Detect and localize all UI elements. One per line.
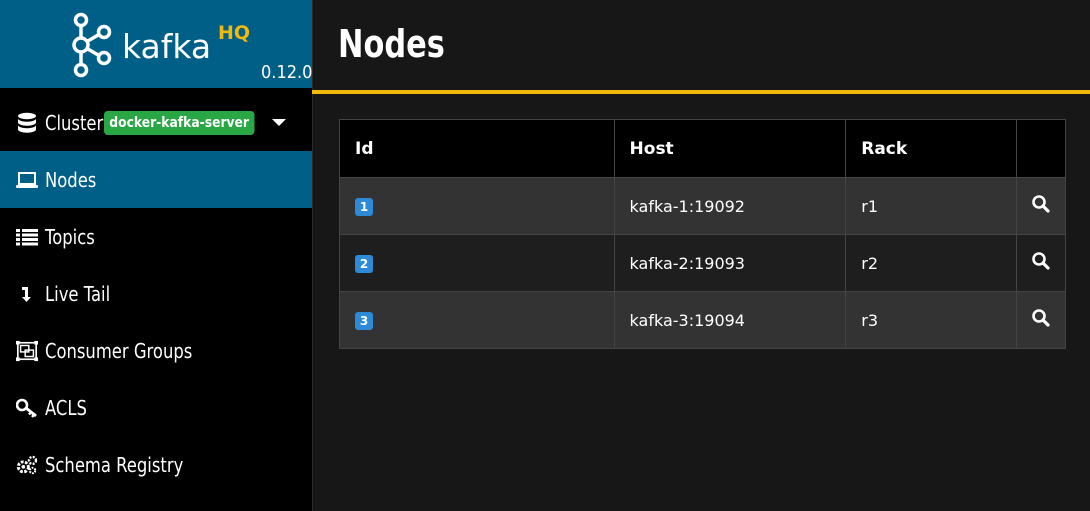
logo-wordmark: kafka	[122, 27, 212, 66]
sidebar-item-label: Consumer Groups	[45, 338, 193, 363]
column-header-rack[interactable]: Rack	[845, 119, 1018, 178]
view-node-button[interactable]	[1031, 251, 1051, 271]
sidebar-item-schema-registry[interactable]: Schema Registry	[0, 436, 312, 493]
cell-id: 1	[339, 177, 615, 235]
laptop-icon	[16, 169, 38, 191]
sidebar-item-nodes[interactable]: Nodes	[0, 151, 312, 208]
sidebar-item-label: Schema Registry	[45, 452, 184, 477]
cell-actions	[1016, 177, 1066, 235]
column-header-host[interactable]: Host	[613, 119, 847, 178]
sidebar-item-label: Topics	[45, 224, 95, 249]
cell-actions	[1016, 234, 1066, 292]
arrow-down-icon	[16, 283, 38, 305]
logo[interactable]: kafka HQ 0.12.0	[0, 0, 313, 88]
table-row[interactable]: 3 kafka-3:19094 r3	[339, 291, 1066, 349]
node-id-badge: 3	[355, 312, 373, 330]
cell-id: 2	[339, 234, 615, 292]
search-icon	[1032, 195, 1050, 213]
cell-rack: r3	[845, 291, 1018, 349]
table-row[interactable]: 2 kafka-2:19093 r2	[339, 234, 1066, 292]
kafka-logo-icon	[72, 12, 112, 78]
cell-host: kafka-3:19094	[613, 291, 847, 349]
database-icon	[16, 112, 38, 134]
cluster-badge: docker-kafka-server	[104, 111, 255, 135]
logo-hq: HQ	[218, 22, 251, 44]
key-icon	[16, 397, 38, 419]
cell-host: kafka-1:19092	[613, 177, 847, 235]
sidebar-item-label: Live Tail	[45, 281, 111, 306]
cell-id: 3	[339, 291, 615, 349]
table-header-row: Id Host Rack	[339, 119, 1066, 178]
search-icon	[1032, 309, 1050, 327]
sidebar-item-consumer-groups[interactable]: Consumer Groups	[0, 322, 312, 379]
column-header-id[interactable]: Id	[339, 119, 615, 178]
sidebar: kafka HQ 0.12.0 Clusters docker-kafka-se…	[0, 0, 313, 511]
sidebar-item-label: Clusters	[45, 110, 112, 135]
main-content: Id Host Rack 1 kafka-1:19092 r1 2 kafka-…	[312, 94, 1090, 511]
view-node-button[interactable]	[1031, 308, 1051, 328]
page-header: Nodes	[312, 0, 1090, 92]
cogs-icon	[16, 454, 38, 476]
table-row[interactable]: 1 kafka-1:19092 r1	[339, 177, 1066, 235]
page-title: Nodes	[338, 22, 445, 66]
list-icon	[16, 226, 38, 248]
view-node-button[interactable]	[1031, 194, 1051, 214]
chevron-down-icon[interactable]	[272, 119, 286, 126]
sidebar-item-topics[interactable]: Topics	[0, 208, 312, 265]
sidebar-item-label: ACLS	[45, 395, 87, 420]
cell-host: kafka-2:19093	[613, 234, 847, 292]
node-id-badge: 2	[355, 255, 373, 273]
sidebar-item-clusters[interactable]: Clusters docker-kafka-server	[0, 94, 312, 151]
app-version: 0.12.0	[261, 62, 313, 83]
node-id-badge: 1	[355, 198, 373, 216]
sidebar-item-live-tail[interactable]: Live Tail	[0, 265, 312, 322]
sidebar-nav: Clusters docker-kafka-server Nodes Topic…	[0, 94, 312, 493]
object-group-icon	[16, 340, 38, 362]
column-header-actions	[1016, 119, 1066, 178]
sidebar-item-label: Nodes	[45, 167, 97, 192]
cell-rack: r1	[845, 177, 1018, 235]
sidebar-item-acls[interactable]: ACLS	[0, 379, 312, 436]
search-icon	[1032, 252, 1050, 270]
nodes-table: Id Host Rack 1 kafka-1:19092 r1 2 kafka-…	[339, 119, 1066, 349]
cell-actions	[1016, 291, 1066, 349]
cell-rack: r2	[845, 234, 1018, 292]
